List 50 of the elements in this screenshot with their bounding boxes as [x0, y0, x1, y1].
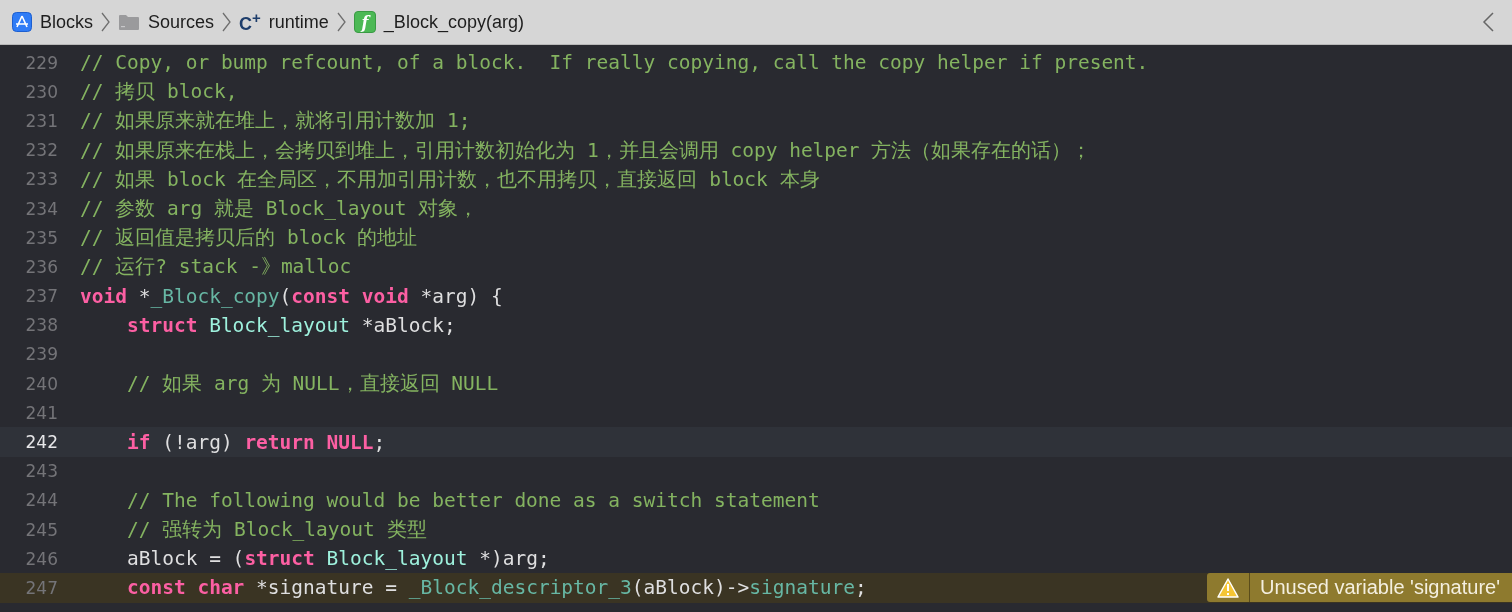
line-number: 233	[24, 169, 58, 190]
warning-message: Unused variable 'signature'	[1259, 575, 1501, 601]
code-line: // 参数 arg 就是 Block_layout 对象，	[80, 196, 479, 223]
line-number: 240	[24, 373, 58, 394]
line-number: 232	[24, 140, 58, 161]
code-line: // 如果 block 在全局区，不用加引用计数，也不用拷贝，直接返回 block 本身	[80, 166, 820, 193]
code-line: aBlock = (struct Block_layout *)arg;	[125, 547, 550, 571]
folder-icon	[118, 13, 140, 31]
function-icon: f	[353, 11, 376, 33]
chevron-left-icon[interactable]	[1482, 12, 1494, 32]
line-number: 243	[24, 461, 58, 482]
code-line: // 强转为 Block_layout 类型	[125, 517, 427, 544]
code-line: // 如果原来在栈上，会拷贝到堆上，引用计数初始化为 1，并且会调用 copy helper 方法（如果存在的话）；	[80, 137, 1092, 164]
line-number: 246	[24, 548, 58, 569]
code-line: if (!arg) return NULL;	[125, 430, 386, 454]
line-number: 235	[24, 227, 58, 248]
code-line: const char *signature = _Block_descriptor_3(aBlock)->signature;	[125, 576, 867, 600]
code-line: // 如果 arg 为 NULL，直接返回 NULL	[125, 371, 499, 398]
line-number: 230	[24, 81, 58, 102]
line-number: 239	[24, 344, 58, 365]
line-number: 231	[24, 110, 58, 131]
code-line: void *_Block_copy(const void *arg) {	[80, 284, 503, 308]
line-number: 229	[24, 52, 58, 73]
line-number: 244	[24, 490, 58, 511]
code-line: // 运行? stack -》malloc	[80, 254, 352, 281]
line-number: 241	[24, 402, 58, 423]
line-number: 237	[24, 286, 58, 307]
line-number: 236	[24, 256, 58, 277]
chevron-icon	[101, 12, 110, 32]
line-number: 247	[24, 577, 58, 598]
code-line: // 返回值是拷贝后的 block 的地址	[80, 225, 418, 252]
warning-banner[interactable]: Unused variable 'signature'	[1207, 573, 1512, 603]
breadcrumb-item[interactable]: Blocks	[40, 11, 93, 33]
line-number: 234	[24, 198, 58, 219]
chevron-icon	[336, 12, 346, 32]
line-number: 245	[24, 519, 58, 540]
breadcrumb-item[interactable]: _Block_copy(arg)	[383, 11, 524, 33]
code-line: // Copy, or bump refcount, of a block. If really copying, call the copy helper if present.	[80, 51, 1149, 75]
app-icon	[12, 12, 32, 32]
code-line: // 如果原来就在堆上，就将引用计数加 1;	[80, 108, 471, 135]
code-line: // 拷贝 block,	[80, 79, 238, 106]
code-line: struct Block_layout *aBlock;	[125, 313, 456, 337]
breadcrumb-item[interactable]: runtime	[268, 11, 329, 33]
warning-icon	[1217, 577, 1239, 598]
line-number: 242	[24, 432, 58, 453]
file-type-icon: C$^{+}$	[239, 9, 261, 35]
breadcrumb-item[interactable]: Sources	[148, 11, 215, 33]
line-number: 238	[24, 315, 58, 336]
chevron-icon	[222, 12, 232, 32]
code-line: // The following would be better done as a switch statement	[125, 488, 820, 512]
